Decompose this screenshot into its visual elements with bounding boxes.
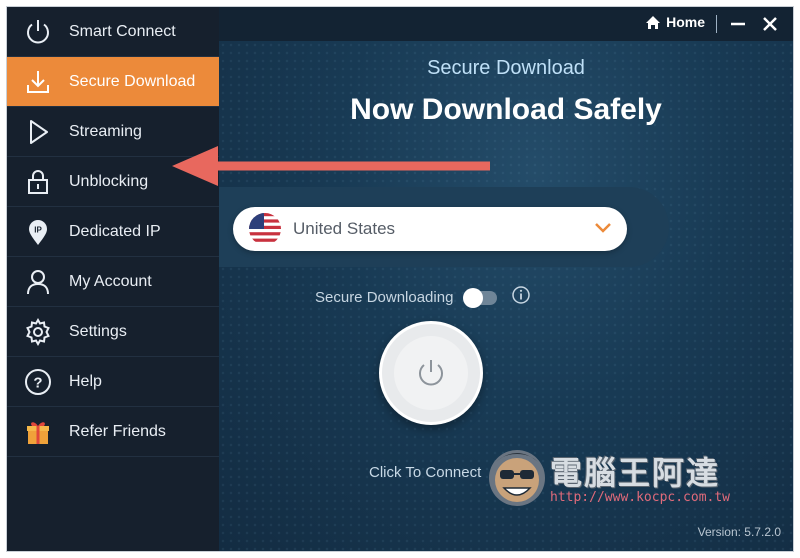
lock-icon xyxy=(7,167,69,197)
chevron-down-icon xyxy=(595,220,611,238)
gear-icon xyxy=(7,317,69,347)
sidebar: Smart Connect Secure Download Streaming … xyxy=(7,7,219,551)
gift-icon xyxy=(7,417,69,447)
secure-downloading-toggle[interactable] xyxy=(463,287,498,308)
sidebar-item-label: Streaming xyxy=(69,122,142,140)
secure-downloading-row: Secure Downloading xyxy=(315,285,531,310)
sidebar-item-label: My Account xyxy=(69,272,152,290)
click-to-connect-label[interactable]: Click To Connect xyxy=(369,464,481,481)
title-bar: Home xyxy=(219,7,793,41)
watermark-title: 電腦王阿達 xyxy=(550,455,721,491)
titlebar-divider xyxy=(716,15,717,33)
secure-downloading-label: Secure Downloading xyxy=(315,289,454,306)
sidebar-item-label: Refer Friends xyxy=(69,422,166,440)
connect-power-button[interactable] xyxy=(379,321,483,425)
minimize-icon xyxy=(731,22,745,26)
annotation-arrow xyxy=(172,146,490,186)
sidebar-item-dedicated-ip[interactable]: IP Dedicated IP xyxy=(7,207,219,257)
sidebar-item-label: Settings xyxy=(69,322,127,340)
info-icon[interactable] xyxy=(511,285,531,310)
sidebar-item-settings[interactable]: Settings xyxy=(7,307,219,357)
download-icon xyxy=(7,67,69,97)
power-button-face xyxy=(394,336,468,410)
page-title: Now Download Safely xyxy=(350,93,662,126)
play-icon xyxy=(7,117,69,147)
page-subtitle: Secure Download xyxy=(427,57,585,79)
sidebar-item-secure-download[interactable]: Secure Download xyxy=(7,57,219,107)
sidebar-item-my-account[interactable]: My Account xyxy=(7,257,219,307)
sidebar-item-label: Secure Download xyxy=(69,72,196,90)
us-flag-icon xyxy=(249,213,281,245)
sidebar-item-smart-connect[interactable]: Smart Connect xyxy=(7,7,219,57)
toggle-knob xyxy=(463,287,484,308)
watermark: 電腦王阿達 http://www.kocpc.com.tw xyxy=(486,440,756,516)
power-icon xyxy=(7,17,69,47)
sidebar-item-help[interactable]: ? Help xyxy=(7,357,219,407)
ip-pin-icon: IP xyxy=(7,217,69,247)
location-value: United States xyxy=(293,219,396,238)
svg-text:?: ? xyxy=(33,374,42,391)
svg-text:IP: IP xyxy=(34,225,42,234)
version-text: Version: 5.7.2.0 xyxy=(697,525,781,539)
sidebar-item-label: Dedicated IP xyxy=(69,222,161,240)
sidebar-item-label: Help xyxy=(69,372,102,390)
sidebar-item-label: Unblocking xyxy=(69,172,149,190)
mascot-logo xyxy=(489,450,545,506)
sidebar-item-label: Smart Connect xyxy=(69,22,176,40)
home-label: Home xyxy=(666,14,705,30)
user-icon xyxy=(7,267,69,297)
sidebar-item-refer-friends[interactable]: Refer Friends xyxy=(7,407,219,457)
minimize-button[interactable] xyxy=(727,13,749,35)
help-icon: ? xyxy=(7,367,69,397)
watermark-url: http://www.kocpc.com.tw xyxy=(550,490,731,505)
close-button[interactable] xyxy=(759,13,781,35)
location-dropdown[interactable]: United States xyxy=(233,207,627,251)
close-icon xyxy=(763,17,777,31)
home-button[interactable]: Home xyxy=(645,14,705,30)
power-icon xyxy=(419,360,443,386)
home-icon xyxy=(646,15,661,29)
